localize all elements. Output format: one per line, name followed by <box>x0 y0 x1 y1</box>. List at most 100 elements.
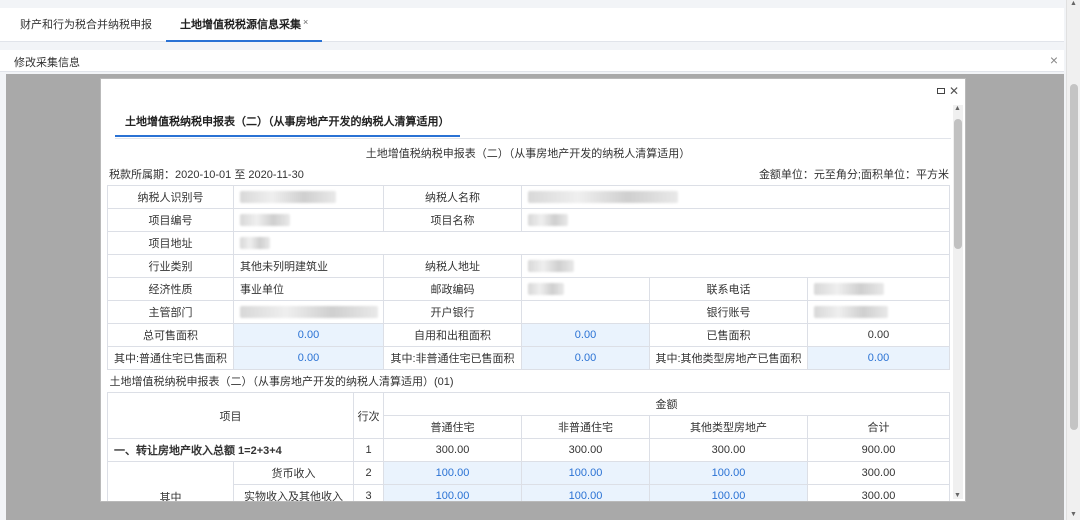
taxpayer-id-label: 纳税人识别号 <box>107 185 234 209</box>
scroll-thumb[interactable] <box>954 119 962 249</box>
close-icon[interactable]: × <box>303 17 308 27</box>
scroll-up-icon[interactable]: ▲ <box>954 105 961 112</box>
total-area-input[interactable]: 0.00 <box>233 323 384 347</box>
cell-other: 300.00 <box>649 438 808 462</box>
input-nonordinary[interactable]: 100.00 <box>521 461 650 485</box>
info-table: 纳税人识别号 纳税人名称 项目编号 项目名称 项目地址 行业类别 其他未列明建筑… <box>107 185 951 393</box>
table-row: 项目编号 项目名称 <box>107 208 951 232</box>
table-row: 纳税人识别号 纳税人名称 <box>107 185 951 209</box>
declaration-modal: ✕ 土地增值税纳税申报表（二）（从事房地产开发的纳税人清算适用） ▲ ▼ 土地增… <box>100 78 966 502</box>
form-meta: 税款所属期：2020-10-01 至 2020-11-30 金额单位：元至角分;… <box>107 165 949 185</box>
taxpayer-name-label: 纳税人名称 <box>383 185 522 209</box>
row-number: 2 <box>353 461 384 485</box>
col-header-other: 其他类型房地产 <box>649 415 808 439</box>
other-sold-label: 其中:其他类型房地产已售面积 <box>649 346 808 370</box>
account-label: 银行账号 <box>649 300 808 324</box>
authority-field[interactable] <box>233 300 384 324</box>
project-addr-field[interactable] <box>232 231 951 255</box>
row-item: 一、转让房地产收入总额 1=2+3+4 <box>107 438 354 462</box>
divider <box>115 138 951 139</box>
taxpayer-addr-field[interactable] <box>520 254 951 278</box>
table-row: 其中 货币收入 2 100.00 100.00 100.00 300.00 <box>107 461 950 501</box>
cell-total: 300.00 <box>807 461 950 485</box>
account-field[interactable] <box>806 300 951 324</box>
tab-property-tax-filing[interactable]: 财产和行为税合并纳税申报 <box>20 8 152 42</box>
col-header-item: 项目 <box>107 392 354 439</box>
table-row: 项目地址 <box>107 231 951 255</box>
modal-tab-declaration-form[interactable]: 土地增值税纳税申报表（二）（从事房地产开发的纳税人清算适用） <box>115 107 460 137</box>
tax-period: 税款所属期：2020-10-01 至 2020-11-30 <box>109 169 304 181</box>
minimize-icon[interactable] <box>936 88 945 94</box>
row-item: 货币收入 <box>233 461 354 485</box>
phone-field[interactable] <box>806 277 951 301</box>
nonordinary-sold-input[interactable]: 0.00 <box>521 346 650 370</box>
section-title: 土地增值税纳税申报表（二）（从事房地产开发的纳税人清算适用）(01) <box>107 369 950 393</box>
top-tab-bar: 财产和行为税合并纳税申报 土地增值税税源信息采集 × <box>0 8 1064 42</box>
window-controls: ✕ <box>933 84 959 98</box>
industry-value: 其他未列明建筑业 <box>233 254 384 278</box>
taxpayer-id-field[interactable] <box>233 185 384 209</box>
table-row: 行业类别 其他未列明建筑业 纳税人地址 <box>107 254 951 278</box>
input-other[interactable]: 100.00 <box>649 484 808 501</box>
nature-value: 事业单位 <box>233 277 384 301</box>
sold-value: 0.00 <box>806 323 951 347</box>
input-nonordinary[interactable]: 100.00 <box>521 484 650 501</box>
page-title: 修改采集信息 <box>14 57 80 69</box>
project-name-label: 项目名称 <box>383 208 522 232</box>
project-addr-label: 项目地址 <box>107 231 234 255</box>
scroll-down-icon[interactable]: ▼ <box>1070 511 1077 518</box>
postcode-label: 邮政编码 <box>383 277 522 301</box>
project-name-field[interactable] <box>520 208 951 232</box>
authority-label: 主管部门 <box>107 300 234 324</box>
col-header-nonordinary: 非普通住宅 <box>521 415 650 439</box>
cell-total: 900.00 <box>807 438 950 462</box>
ordinary-sold-input[interactable]: 0.00 <box>233 346 384 370</box>
form-title: 土地增值税纳税申报表（二）（从事房地产开发的纳税人清算适用） <box>365 148 691 160</box>
close-icon[interactable]: ✕ <box>949 84 959 98</box>
page-scrollbar[interactable]: ▲ ▼ <box>1066 0 1080 520</box>
tab-label: 土地增值税税源信息采集 <box>180 19 301 31</box>
cell-total: 300.00 <box>807 484 950 501</box>
input-ordinary[interactable]: 100.00 <box>383 461 522 485</box>
self-use-label: 自用和出租面积 <box>383 323 522 347</box>
row-group-label: 其中 <box>107 461 234 501</box>
sub-header: 修改采集信息 × <box>0 50 1064 72</box>
row-number: 3 <box>353 484 384 501</box>
sold-label: 已售面积 <box>649 323 808 347</box>
taxpayer-addr-label: 纳税人地址 <box>383 254 522 278</box>
table-row: 实物收入及其他收入 3 100.00 100.00 100.00 300.00 <box>108 484 950 501</box>
table-row: 总可售面积 0.00 自用和出租面积 0.00 已售面积 0.00 <box>107 323 951 347</box>
postcode-field[interactable] <box>521 277 650 301</box>
table-row: 经济性质 事业单位 邮政编码 联系电话 <box>107 277 951 301</box>
scroll-thumb[interactable] <box>1070 84 1078 430</box>
table-row: 一、转让房地产收入总额 1=2+3+4 1 300.00 300.00 300.… <box>107 438 950 462</box>
cell-nonordinary: 300.00 <box>521 438 650 462</box>
cell-ordinary: 300.00 <box>383 438 522 462</box>
phone-label: 联系电话 <box>649 277 808 301</box>
close-icon[interactable]: × <box>1050 52 1058 68</box>
bank-field[interactable] <box>521 300 650 324</box>
table-row: 项目 行次 金额 <box>107 392 950 439</box>
table-row: 其中:普通住宅已售面积 0.00 其中:非普通住宅已售面积 0.00 其中:其他… <box>107 346 951 370</box>
nature-label: 经济性质 <box>107 277 234 301</box>
project-no-label: 项目编号 <box>107 208 234 232</box>
tab-land-vat-collection[interactable]: 土地增值税税源信息采集 × <box>166 8 323 42</box>
col-header-ordinary: 普通住宅 <box>383 415 522 439</box>
other-sold-input[interactable]: 0.00 <box>806 346 951 370</box>
industry-label: 行业类别 <box>107 254 234 278</box>
ordinary-sold-label: 其中:普通住宅已售面积 <box>107 346 234 370</box>
nonordinary-sold-label: 其中:非普通住宅已售面积 <box>383 346 522 370</box>
input-ordinary[interactable]: 100.00 <box>383 484 522 501</box>
project-no-field[interactable] <box>233 208 384 232</box>
self-use-input[interactable]: 0.00 <box>521 323 650 347</box>
scroll-down-icon[interactable]: ▼ <box>954 492 961 499</box>
col-header-amount: 金额 <box>383 392 950 416</box>
col-header-row: 行次 <box>353 392 384 439</box>
modal-scrollbar[interactable]: ▲ ▼ <box>953 105 963 499</box>
input-other[interactable]: 100.00 <box>649 461 808 485</box>
amount-table: 项目 行次 金额 普通住宅 非普通住宅 其他类型房地产 合计 一、转让房地产收入… <box>107 392 950 501</box>
units-note: 金额单位：元至角分;面积单位：平方米 <box>758 169 949 181</box>
form-content: 土地增值税纳税申报表（二）（从事房地产开发的纳税人清算适用） 税款所属期：202… <box>107 143 951 501</box>
taxpayer-name-field[interactable] <box>520 185 951 209</box>
scroll-up-icon[interactable]: ▲ <box>1070 0 1077 7</box>
